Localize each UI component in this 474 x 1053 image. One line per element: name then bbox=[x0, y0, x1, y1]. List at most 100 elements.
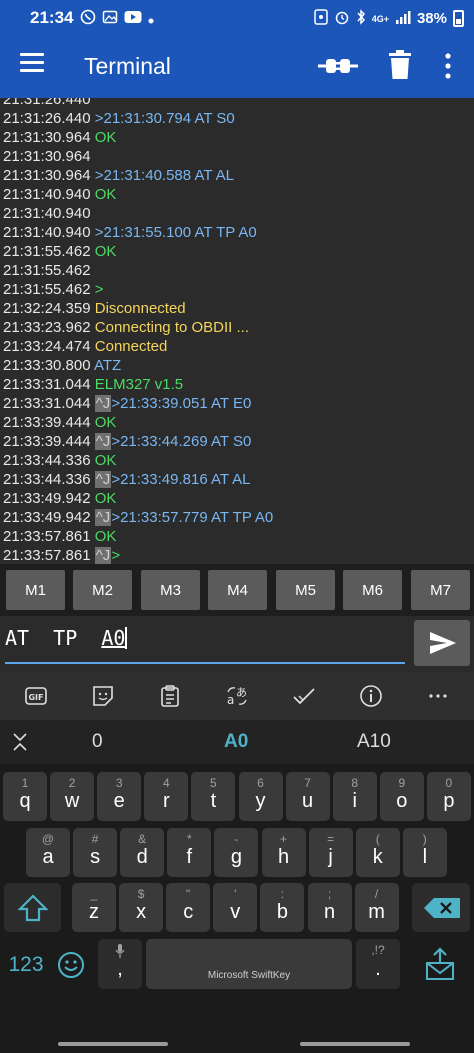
macro-button-m6[interactable]: M6 bbox=[343, 570, 402, 610]
enter-key[interactable] bbox=[412, 939, 470, 989]
timestamp: 21:33:57.861 bbox=[3, 528, 95, 545]
terminal-text: >21:31:40.588 AT AL bbox=[94, 167, 234, 184]
key-b[interactable]: :b bbox=[260, 883, 305, 932]
terminal-output[interactable]: 21:31:26.440 21:31:26.440 >21:31:30.794 A… bbox=[0, 98, 474, 564]
suggestion-item-primary[interactable]: A0 bbox=[224, 731, 248, 753]
terminal-line: 21:33:31.044 ELM327 v1.5 bbox=[3, 375, 273, 394]
shift-key[interactable] bbox=[4, 883, 61, 932]
key-y[interactable]: 6y bbox=[238, 772, 283, 821]
space-bar-label: Microsoft SwiftKey bbox=[207, 970, 291, 981]
key-c[interactable]: " c bbox=[166, 883, 211, 932]
key-j[interactable]: = j bbox=[308, 828, 353, 877]
control-char-badge: ^J bbox=[94, 471, 112, 488]
key-k[interactable]: (k bbox=[355, 828, 400, 877]
macro-button-m1[interactable]: M1 bbox=[6, 570, 65, 610]
terminal-line: 21:31:55.462 > bbox=[3, 280, 273, 299]
more-vertical-icon[interactable] bbox=[440, 52, 456, 80]
hamburger-menu-icon[interactable] bbox=[20, 53, 44, 77]
more-horizontal-icon[interactable] bbox=[426, 684, 450, 708]
control-char-badge: ^J bbox=[94, 395, 112, 412]
terminal-line: 21:31:55.462 OK bbox=[3, 242, 273, 261]
collapse-chevron-icon[interactable] bbox=[12, 732, 28, 752]
translate-icon[interactable]: a あ bbox=[225, 684, 249, 708]
checkmark-icon[interactable] bbox=[292, 684, 316, 708]
keyboard: 123 , Microsoft SwiftKey ,!? . 1q2w3e4r5… bbox=[0, 764, 474, 1053]
alarm-icon bbox=[334, 9, 350, 28]
macro-button-m3[interactable]: M3 bbox=[141, 570, 200, 610]
key-g[interactable]: -g bbox=[214, 828, 259, 877]
nav-pill[interactable] bbox=[300, 1042, 410, 1046]
space-bar[interactable]: Microsoft SwiftKey bbox=[146, 939, 352, 989]
key-l[interactable]: ) l bbox=[402, 828, 447, 877]
gallery-icon bbox=[102, 9, 118, 28]
gif-icon[interactable]: GIF bbox=[24, 684, 48, 708]
terminal-line: 21:31:30.964 OK bbox=[3, 128, 273, 147]
send-button[interactable] bbox=[414, 620, 470, 666]
numbers-key[interactable]: 123 bbox=[4, 939, 48, 989]
timestamp: 21:31:30.964 bbox=[3, 148, 91, 165]
timestamp: 21:31:40.940 bbox=[3, 224, 95, 241]
key-a[interactable]: @ a bbox=[26, 828, 70, 877]
battery-icon bbox=[453, 10, 464, 27]
key-s[interactable]: # s bbox=[73, 828, 118, 877]
timestamp: 21:33:31.044 bbox=[3, 376, 95, 393]
macro-button-m5[interactable]: M5 bbox=[276, 570, 335, 610]
macro-button-m4[interactable]: M4 bbox=[208, 570, 267, 610]
sticker-icon[interactable] bbox=[91, 684, 115, 708]
period-key[interactable]: ,!? . bbox=[356, 939, 400, 989]
key-o[interactable]: 9o bbox=[379, 772, 424, 821]
key-h[interactable]: + h bbox=[261, 828, 306, 877]
key-e[interactable]: 3e bbox=[97, 772, 142, 821]
timestamp: 21:31:30.964 bbox=[3, 129, 95, 146]
nav-pill[interactable] bbox=[58, 1042, 168, 1046]
connect-plug-icon[interactable] bbox=[318, 52, 358, 80]
control-char-badge: ^J bbox=[94, 509, 112, 526]
key-n[interactable]: ; n bbox=[307, 883, 352, 932]
timestamp: 21:33:44.336 bbox=[3, 471, 95, 488]
suggestion-bar: 0 A0 A10 bbox=[0, 720, 474, 764]
terminal-text: OK bbox=[94, 528, 117, 545]
key-p[interactable]: 0p bbox=[426, 772, 471, 821]
clipboard-icon[interactable] bbox=[158, 684, 182, 708]
info-icon[interactable] bbox=[359, 684, 383, 708]
key-v[interactable]: ' v bbox=[213, 883, 258, 932]
timestamp: 21:31:30.964 bbox=[3, 167, 95, 184]
key-d[interactable]: & d bbox=[120, 828, 165, 877]
key-w[interactable]: 2w bbox=[50, 772, 95, 821]
terminal-text: > bbox=[94, 281, 104, 298]
key-m[interactable]: / m bbox=[354, 883, 399, 932]
backspace-key[interactable] bbox=[412, 883, 470, 932]
suggestion-item[interactable]: 0 bbox=[92, 731, 103, 753]
navigation-bar bbox=[0, 1038, 474, 1053]
terminal-line: 21:33:49.942 ^J>21:33:57.779 AT TP A0 bbox=[3, 508, 273, 527]
key-i[interactable]: 8i bbox=[332, 772, 377, 821]
terminal-text: Connecting to OBDII ... bbox=[94, 319, 250, 336]
key-t[interactable]: 5t bbox=[191, 772, 236, 821]
trash-icon[interactable] bbox=[388, 50, 412, 80]
key-f[interactable]: * f bbox=[167, 828, 212, 877]
key-q[interactable]: 1q bbox=[3, 772, 47, 821]
control-char-badge: ^J bbox=[94, 433, 112, 450]
terminal-line: 21:31:26.440 >21:31:30.794 AT S0 bbox=[3, 109, 273, 128]
key-z[interactable]: _ z bbox=[72, 883, 116, 932]
key-x[interactable]: $ x bbox=[119, 883, 164, 932]
terminal-text: ATZ bbox=[93, 357, 122, 374]
terminal-text: OK bbox=[94, 452, 117, 469]
timestamp: 21:33:30.800 bbox=[3, 357, 94, 374]
timestamp: 21:33:49.942 bbox=[3, 490, 95, 507]
emoji-key[interactable] bbox=[50, 939, 94, 989]
terminal-text: ELM327 v1.5 bbox=[94, 376, 184, 393]
key-r[interactable]: 4r bbox=[144, 772, 189, 821]
comma-key[interactable]: , bbox=[98, 939, 142, 989]
suggestion-item[interactable]: A10 bbox=[357, 731, 391, 753]
timestamp: 21:31:40.940 bbox=[3, 186, 95, 203]
key-u[interactable]: 7u bbox=[285, 772, 330, 821]
terminal-text: >21:31:55.100 AT TP A0 bbox=[94, 224, 257, 241]
terminal-text: Connected bbox=[94, 338, 168, 355]
terminal-line: 21:33:44.336 ^J>21:33:49.816 AT AL bbox=[3, 470, 273, 489]
macro-button-m7[interactable]: M7 bbox=[411, 570, 470, 610]
macro-button-m2[interactable]: M2 bbox=[73, 570, 132, 610]
dot-icon bbox=[148, 11, 154, 27]
terminal-text: >21:33:49.816 AT AL bbox=[111, 471, 251, 488]
command-input[interactable]: AT TP A0 bbox=[5, 626, 405, 664]
